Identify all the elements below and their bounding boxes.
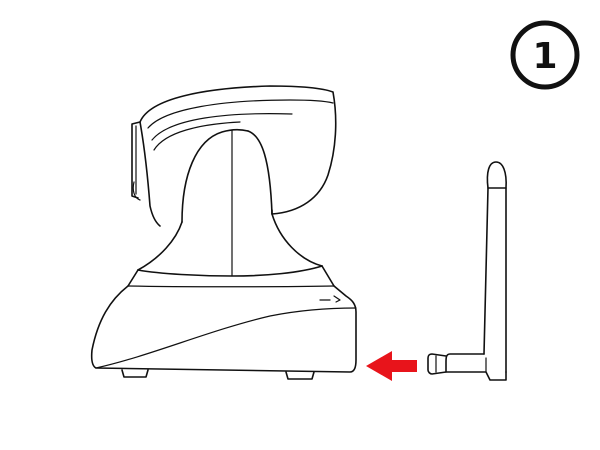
camera-collar-line — [127, 285, 335, 288]
camera-collar-right-edge — [321, 265, 335, 287]
step-number-label: 1 — [532, 36, 557, 77]
insert-arrow-icon — [366, 351, 417, 381]
antenna-shaft — [483, 187, 507, 373]
camera-foot-left — [121, 369, 149, 378]
camera-neck-right — [247, 130, 273, 215]
camera-collar-top — [137, 265, 323, 277]
antenna-connector-plug — [427, 353, 447, 375]
insert-arrow-shape — [366, 351, 417, 381]
step-number-badge: 1 — [510, 20, 580, 90]
camera-lens-bottom — [139, 121, 161, 227]
camera-head-band-2 — [151, 113, 293, 141]
camera-base-indicator — [319, 295, 341, 303]
antenna-icon — [427, 161, 507, 381]
camera-head-band-3 — [153, 121, 241, 151]
camera-neck-left — [181, 128, 249, 223]
camera-collar-left-edge — [127, 269, 139, 287]
camera-shoulder-left — [137, 221, 183, 271]
installation-step-diagram: 1 — [90, 20, 580, 381]
antenna-hinge — [445, 353, 507, 381]
camera-shoulder-right — [271, 213, 323, 267]
antenna-tip — [486, 161, 507, 189]
camera-icon — [90, 85, 357, 380]
camera-foot-right — [285, 371, 315, 380]
camera-base-front-face — [95, 307, 357, 369]
camera-head-outline — [139, 85, 337, 215]
